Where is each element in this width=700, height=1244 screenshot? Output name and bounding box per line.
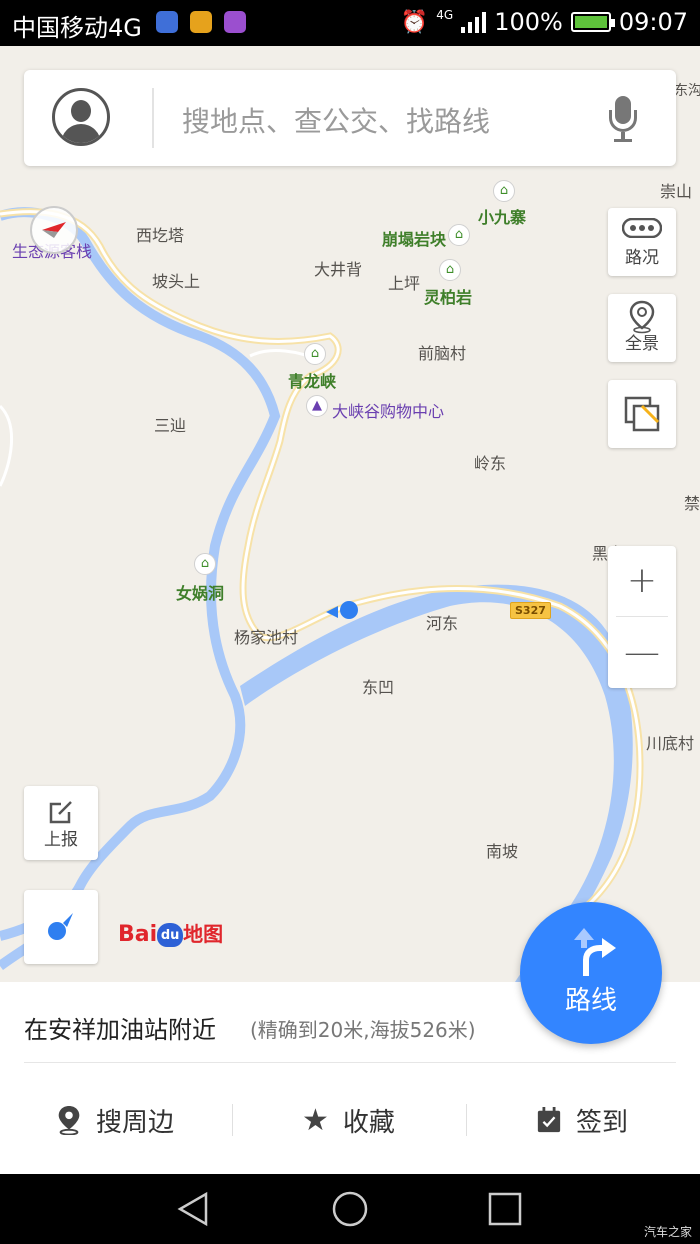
layers-icon xyxy=(624,396,660,432)
map-label[interactable]: 杨家池村 xyxy=(234,624,298,648)
traffic-icon xyxy=(621,217,663,239)
map-label[interactable]: 大井背 xyxy=(314,256,362,280)
landmark-icon[interactable]: ⌂ xyxy=(439,259,461,281)
landmark-icon[interactable]: ⌂ xyxy=(304,343,326,365)
map-label[interactable]: 坡头上 xyxy=(152,268,200,292)
current-location-marker xyxy=(340,601,358,619)
favorite-button[interactable]: ★ 收藏 xyxy=(302,1100,395,1140)
nearby-search-button[interactable]: 搜周边 xyxy=(56,1100,174,1140)
edit-icon xyxy=(49,801,72,824)
layers-button[interactable] xyxy=(608,380,676,448)
location-pin-icon xyxy=(58,1105,80,1135)
status-bar: 中国移动4G ⏰ 4G 100% 09:07 xyxy=(0,0,700,46)
alarm-icon: ⏰ xyxy=(400,9,429,35)
recent-apps-icon[interactable] xyxy=(488,1192,522,1226)
traffic-label: 路况 xyxy=(625,248,659,268)
checkin-button[interactable]: 签到 xyxy=(536,1100,628,1140)
map-label[interactable]: 东凹 xyxy=(362,674,394,698)
search-input[interactable]: 搜地点、查公交、找路线 xyxy=(182,100,490,140)
map-label[interactable]: 灵柏岩 xyxy=(424,284,472,308)
panorama-label: 全景 xyxy=(625,334,659,354)
user-avatar-icon[interactable] xyxy=(52,88,110,146)
route-arrow-icon xyxy=(574,928,616,976)
battery-percent: 100% xyxy=(494,8,563,36)
map-label[interactable]: 上坪 xyxy=(388,270,420,294)
location-detail: (精确到20米,海拔526米) xyxy=(250,1018,476,1042)
watermark: 汽车之家 xyxy=(643,1225,692,1239)
map-label[interactable]: 三辿 xyxy=(154,412,186,436)
compass-icon[interactable] xyxy=(30,206,78,254)
map-label[interactable]: 小九寨 xyxy=(478,204,526,228)
map-label[interactable]: 禁 xyxy=(684,490,700,514)
map-label[interactable]: 南坡 xyxy=(486,838,518,862)
clock: 09:07 xyxy=(618,8,688,36)
map-label[interactable]: 前脑村 xyxy=(418,340,466,364)
location-title: 在安祥加油站附近 xyxy=(24,1016,216,1044)
map-label[interactable]: 大峡谷购物中心 xyxy=(332,398,444,422)
zoom-in-button[interactable]: + xyxy=(608,546,676,616)
baidu-map-logo: Bai du 地图 xyxy=(118,922,224,947)
microphone-icon[interactable] xyxy=(608,96,638,144)
gallery-notification-icon xyxy=(224,11,246,33)
map-label[interactable]: 女娲洞 xyxy=(176,580,224,604)
panorama-button[interactable]: 全景 xyxy=(608,294,676,362)
calendar-check-icon xyxy=(537,1107,561,1133)
home-icon[interactable] xyxy=(331,1190,369,1228)
checkin-label: 签到 xyxy=(576,1107,629,1138)
report-label: 上报 xyxy=(44,830,78,850)
map-label[interactable]: 东沟 xyxy=(674,80,700,100)
route-label: 路线 xyxy=(564,986,617,1016)
carrier-label: 中国移动4G xyxy=(12,14,142,42)
signal-icon xyxy=(461,11,487,33)
landmark-icon[interactable]: ⌂ xyxy=(194,553,216,575)
search-bar[interactable]: 搜地点、查公交、找路线 xyxy=(24,70,676,166)
map-label[interactable]: 崩塌岩块 xyxy=(382,226,446,250)
locate-button[interactable] xyxy=(24,890,98,964)
map-label[interactable]: 川底村 xyxy=(646,730,694,754)
map-label[interactable]: 河东 xyxy=(426,610,458,634)
road-shield: S327 xyxy=(510,602,551,619)
system-nav-bar: 汽车之家 xyxy=(0,1174,700,1244)
nearby-label: 搜周边 xyxy=(96,1107,175,1138)
zoom-out-button[interactable]: — xyxy=(608,618,676,688)
network-type: 4G xyxy=(436,8,454,22)
favorite-label: 收藏 xyxy=(342,1107,395,1138)
map-label[interactable]: 西圪塔 xyxy=(136,222,184,246)
zoom-control[interactable]: + — xyxy=(608,546,676,688)
star-icon: ★ xyxy=(302,1102,329,1138)
route-button[interactable]: 路线 xyxy=(520,902,662,1044)
map-label[interactable]: 青龙峡 xyxy=(288,368,336,392)
map-label[interactable]: 岭东 xyxy=(474,450,506,474)
report-button[interactable]: 上报 xyxy=(24,786,98,860)
landmark-icon[interactable]: ⌂ xyxy=(493,180,515,202)
back-icon[interactable] xyxy=(176,1191,212,1227)
battery-icon xyxy=(570,12,615,32)
wifi-notification-icon xyxy=(190,11,212,33)
shopping-bag-icon[interactable]: ▲ xyxy=(306,395,328,417)
location-notification-icon xyxy=(156,11,178,33)
traffic-button[interactable]: 路况 xyxy=(608,208,676,276)
map-view[interactable]: 生态源客栈 西圪塔 坡头上 大井背 ⌂ 小九寨 崩塌岩块 ⌂ 上坪 ⌂ 灵柏岩 … xyxy=(0,46,700,982)
landmark-icon[interactable]: ⌂ xyxy=(448,224,470,246)
map-canvas xyxy=(0,207,644,982)
locate-compass-icon xyxy=(48,913,73,940)
map-label[interactable]: 崇山 xyxy=(660,178,692,202)
